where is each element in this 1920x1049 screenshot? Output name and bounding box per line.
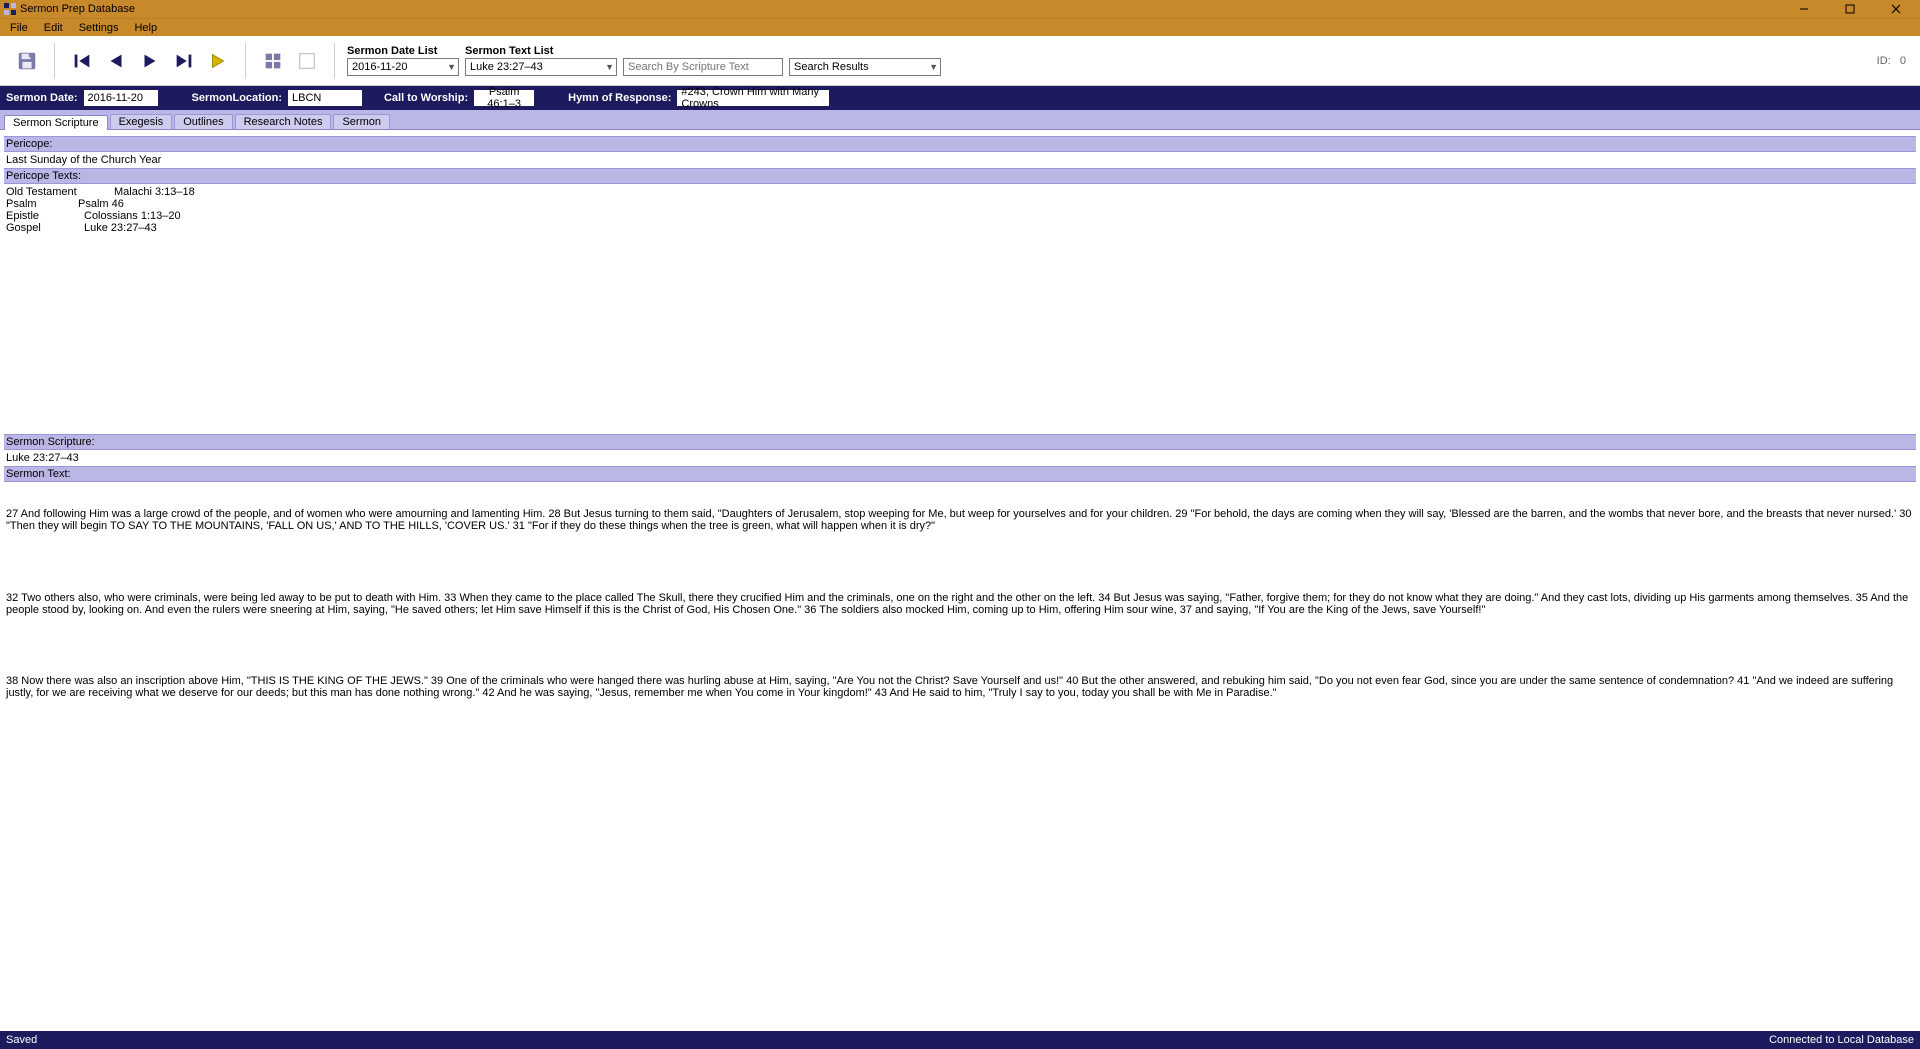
tab-sermon-scripture[interactable]: Sermon Scripture xyxy=(4,115,108,130)
menu-settings[interactable]: Settings xyxy=(73,21,125,35)
maximize-button[interactable] xyxy=(1836,0,1864,18)
toolbar-separator xyxy=(54,43,55,79)
record-info-bar: Sermon Date: 2016-11-20 SermonLocation: … xyxy=(0,86,1920,110)
status-right: Connected to Local Database xyxy=(1769,1034,1914,1046)
nav-first-button[interactable] xyxy=(67,46,97,76)
pericope-text-row: Old Testament Malachi 3:13–18 xyxy=(6,186,1914,198)
tabs-row: Sermon Scripture Exegesis Outlines Resea… xyxy=(0,110,1920,130)
nav-next-button[interactable] xyxy=(135,46,165,76)
toolbar-separator xyxy=(245,43,246,79)
pt-label: Old Testament xyxy=(6,186,78,198)
pericope-header: Pericope: xyxy=(4,136,1916,152)
toolbar: Sermon Date List 2016-11-20 ▼ Sermon Tex… xyxy=(0,36,1920,86)
pt-ref: Psalm 46 xyxy=(78,198,124,210)
pericope-texts-field[interactable]: Old Testament Malachi 3:13–18 Psalm Psal… xyxy=(4,184,1916,434)
sermon-text-field[interactable]: 27 And following Him was a large crowd o… xyxy=(4,482,1916,1031)
tab-research-notes[interactable]: Research Notes xyxy=(235,114,332,129)
save-button[interactable] xyxy=(12,46,42,76)
search-results-combo[interactable]: Search Results ▼ xyxy=(789,58,941,76)
tab-sermon[interactable]: Sermon xyxy=(333,114,390,129)
menu-file[interactable]: File xyxy=(4,21,34,35)
id-value: 0 xyxy=(1900,55,1906,67)
tab-exegesis[interactable]: Exegesis xyxy=(110,114,173,129)
status-bar: Saved Connected to Local Database xyxy=(0,1031,1920,1049)
sermon-date-list-combo[interactable]: 2016-11-20 ▼ xyxy=(347,58,459,76)
app-icon xyxy=(4,3,16,15)
toolbar-separator xyxy=(334,43,335,79)
app-title: Sermon Prep Database xyxy=(20,3,135,15)
sermon-text-p2: 32 Two others also, who were criminals, … xyxy=(6,592,1914,616)
sermon-location-field[interactable]: LBCN xyxy=(288,90,362,106)
single-view-button[interactable] xyxy=(292,46,322,76)
combo-value: Search Results xyxy=(794,61,869,73)
pericope-texts-header: Pericope Texts: xyxy=(4,168,1916,184)
call-to-worship-field[interactable]: Psalm 46:1–3 xyxy=(474,90,534,106)
content-panel: Pericope: Last Sunday of the Church Year… xyxy=(0,130,1920,1031)
sermon-text-p1: 27 And following Him was a large crowd o… xyxy=(6,508,1914,532)
date-list-label: Sermon Date List xyxy=(347,45,459,57)
chevron-down-icon: ▼ xyxy=(447,62,456,72)
chevron-down-icon: ▼ xyxy=(605,62,614,72)
nav-play-button[interactable] xyxy=(203,46,233,76)
tab-outlines[interactable]: Outlines xyxy=(174,114,232,129)
sermon-location-label: SermonLocation: xyxy=(192,92,282,104)
pericope-field[interactable]: Last Sunday of the Church Year xyxy=(4,152,1916,168)
close-button[interactable] xyxy=(1882,0,1910,18)
id-label: ID: xyxy=(1877,55,1891,67)
combo-value: 2016-11-20 xyxy=(352,61,407,73)
nav-prev-button[interactable] xyxy=(101,46,131,76)
chevron-down-icon: ▼ xyxy=(929,62,938,72)
sermon-text-header: Sermon Text: xyxy=(4,466,1916,482)
pt-label: Gospel xyxy=(6,222,78,234)
pt-ref: Luke 23:27–43 xyxy=(84,222,157,234)
hymn-label: Hymn of Response: xyxy=(568,92,671,104)
sermon-text-p3: 38 Now there was also an inscription abo… xyxy=(6,675,1914,699)
search-scripture-input[interactable] xyxy=(623,58,783,76)
sermon-text-list-combo[interactable]: Luke 23:27–43 ▼ xyxy=(465,58,617,76)
titlebar: Sermon Prep Database xyxy=(0,0,1920,18)
sermon-date-label: Sermon Date: xyxy=(6,92,78,104)
sermon-date-field[interactable]: 2016-11-20 xyxy=(84,90,158,106)
combo-value: Luke 23:27–43 xyxy=(470,61,543,73)
sermon-scripture-header: Sermon Scripture: xyxy=(4,434,1916,450)
pt-ref: Malachi 3:13–18 xyxy=(114,186,195,198)
menu-edit[interactable]: Edit xyxy=(38,21,69,35)
pt-ref: Colossians 1:13–20 xyxy=(84,210,181,222)
menubar: File Edit Settings Help xyxy=(0,18,1920,36)
pericope-text-row: Epistle Colossians 1:13–20 xyxy=(6,210,1914,222)
id-display: ID: 0 xyxy=(1877,55,1914,67)
grid-view-button[interactable] xyxy=(258,46,288,76)
call-to-worship-label: Call to Worship: xyxy=(384,92,468,104)
sermon-scripture-field[interactable]: Luke 23:27–43 xyxy=(4,450,1916,466)
text-list-label: Sermon Text List xyxy=(465,45,617,57)
pericope-text-row: Psalm Psalm 46 xyxy=(6,198,1914,210)
status-left: Saved xyxy=(6,1034,37,1046)
search-input-field[interactable] xyxy=(628,61,778,73)
pericope-text-row: Gospel Luke 23:27–43 xyxy=(6,222,1914,234)
hymn-field[interactable]: #243, Crown Him with Many Crowns xyxy=(677,90,829,106)
menu-help[interactable]: Help xyxy=(128,21,163,35)
nav-last-button[interactable] xyxy=(169,46,199,76)
minimize-button[interactable] xyxy=(1790,0,1818,18)
pt-label: Psalm xyxy=(6,198,78,210)
pt-label: Epistle xyxy=(6,210,78,222)
